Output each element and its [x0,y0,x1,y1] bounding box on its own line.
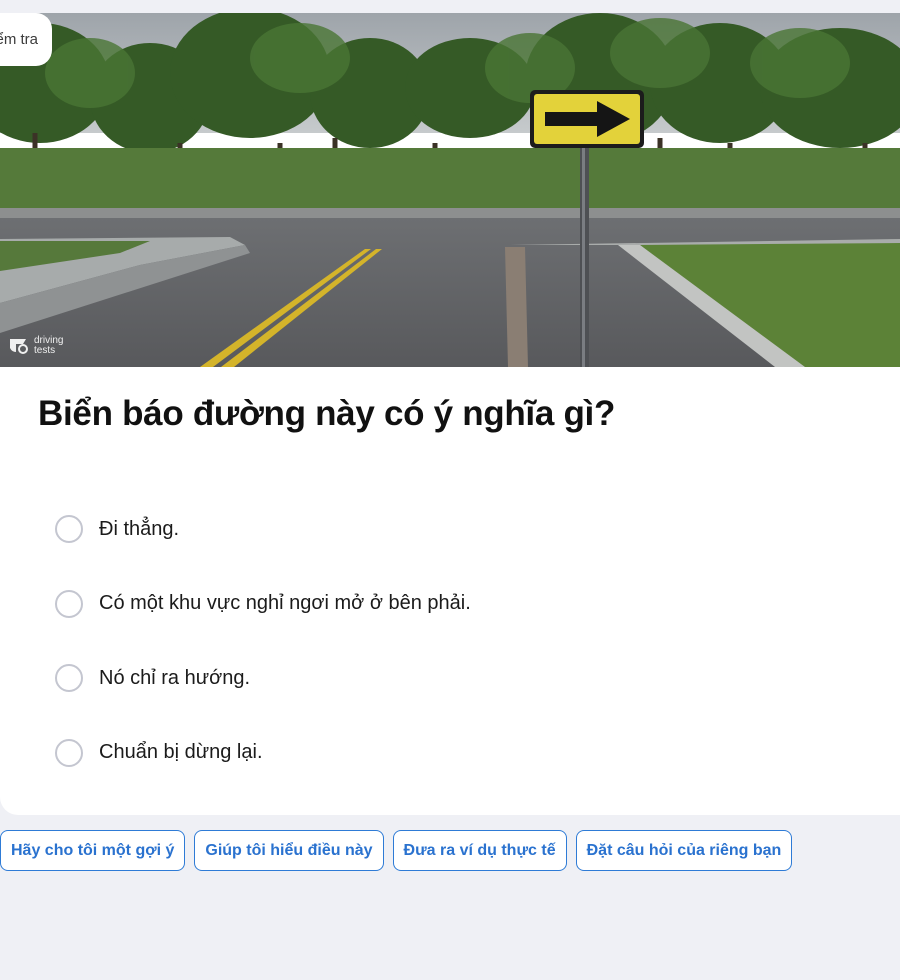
answer-option[interactable]: Chuẩn bị dừng lại. [55,716,471,791]
driving-tests-watermark: driving tests [8,336,63,356]
radio-button[interactable] [55,738,83,767]
answer-option-label: Nó chỉ ra hướng. [99,666,251,689]
answer-option-label: Đi thẳng. [99,517,180,540]
answer-option-label: Chuẩn bị dừng lại. [99,741,263,764]
radio-button[interactable] [55,589,83,618]
ask-own-question-button[interactable]: Đặt câu hỏi của riêng bạn [575,830,793,871]
answer-options: Đi thẳng. Có một khu vực nghỉ ngơi mở ở … [55,492,471,790]
exam-chip[interactable]: Kiểm tra [0,13,52,66]
answer-option[interactable]: Nó chỉ ra hướng. [55,641,471,716]
answer-option[interactable]: Có một khu vực nghỉ ngơi mở ở bên phải. [55,567,471,642]
question-title: Biển báo đường này có ý nghĩa gì? [38,394,616,433]
answer-option[interactable]: Đi thẳng. [55,492,471,567]
radio-button[interactable] [55,664,83,693]
answer-option-label: Có một khu vực nghỉ ngơi mở ở bên phải. [99,592,471,615]
exam-chip-label: Kiểm tra [0,31,38,48]
real-example-button[interactable]: Đưa ra ví dụ thực tế [392,830,567,871]
explain-button[interactable]: Giúp tôi hiểu điều này [194,830,384,871]
watermark-line2: tests [34,345,56,356]
hint-button[interactable]: Hãy cho tôi một gợi ý [0,830,186,871]
question-image [0,13,900,367]
suggestion-chips: Hãy cho tôi một gợi ý Giúp tôi hiểu điều… [0,830,793,871]
driving-tests-logo-icon [10,339,28,354]
radio-button[interactable] [55,515,83,544]
